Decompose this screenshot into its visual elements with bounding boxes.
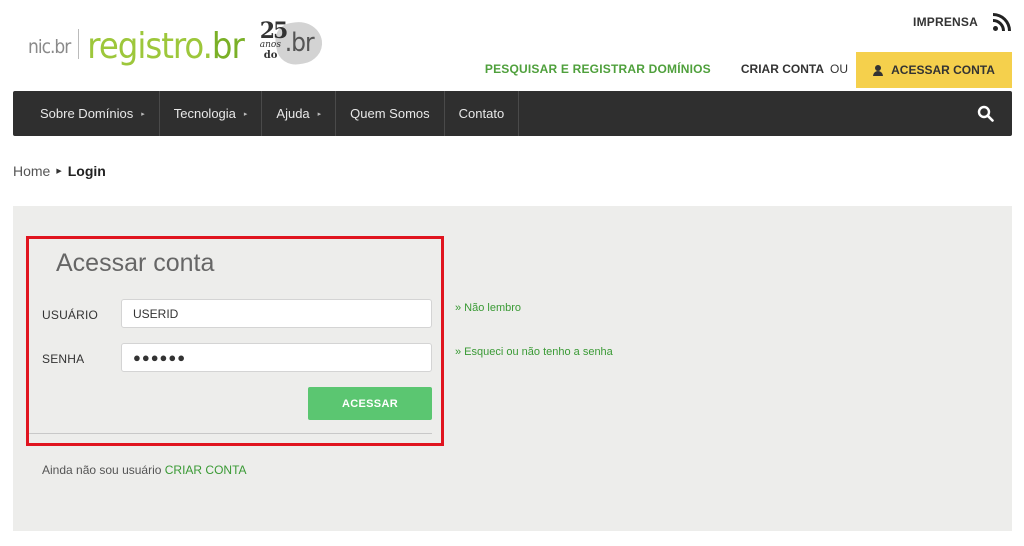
usuario-input[interactable]: USERID <box>121 299 432 328</box>
acessar-submit-button[interactable]: ACESSAR <box>308 387 432 420</box>
breadcrumb: Home ▶ Login <box>13 163 106 179</box>
nao-lembro-link[interactable]: » Não lembro <box>455 302 521 314</box>
top-actions: PESQUISAR E REGISTRAR DOMÍNIOS CRIAR CON… <box>485 52 1012 88</box>
logo-do-text: do <box>263 50 278 61</box>
25-anos-logo: 25 anos do .br <box>258 18 326 70</box>
imprensa-link[interactable]: IMPRENSA <box>913 15 978 29</box>
page-title: Acessar conta <box>56 249 215 277</box>
usuario-label: USUÁRIO <box>42 308 99 322</box>
nav-label: Contato <box>458 106 505 121</box>
main-navigation: Sobre Domínios ▸ Tecnologia ▸ Ajuda ▸ Qu… <box>13 91 1012 136</box>
nav-item-ajuda[interactable]: Ajuda ▸ <box>262 91 337 136</box>
nav-label: Sobre Domínios <box>40 106 134 121</box>
acessar-conta-label: ACESSAR CONTA <box>891 63 995 77</box>
logo-br-text: br <box>211 25 245 67</box>
nav-item-contato[interactable]: Contato <box>445 91 520 136</box>
search-icon <box>977 105 994 122</box>
caret-right-icon: ▸ <box>243 110 248 118</box>
form-divider <box>29 433 432 434</box>
logo-anos-text: anos <box>259 40 281 50</box>
breadcrumb-home[interactable]: Home <box>13 163 50 179</box>
ainda-text: Ainda não sou usuário <box>42 463 162 477</box>
esqueci-senha-link[interactable]: » Esqueci ou não tenho a senha <box>455 346 613 358</box>
pesquisar-dominios-link[interactable]: PESQUISAR E REGISTRAR DOMÍNIOS <box>485 62 711 76</box>
breadcrumb-arrow-icon: ▶ <box>56 168 62 175</box>
site-logo[interactable]: nic.br registro.br 25 anos do .br <box>28 14 326 74</box>
nav-item-tecnologia[interactable]: Tecnologia ▸ <box>160 91 263 136</box>
nav-item-quem-somos[interactable]: Quem Somos <box>336 91 445 136</box>
senha-input[interactable]: ●●●●●● <box>121 343 432 372</box>
nic-br-logo: nic.br <box>28 36 71 58</box>
nav-item-sobre-dominios[interactable]: Sobre Domínios ▸ <box>13 91 160 136</box>
caret-right-icon: ▸ <box>141 110 145 118</box>
ou-text: OU <box>830 62 848 76</box>
acessar-conta-button[interactable]: ACESSAR CONTA <box>856 52 1012 88</box>
breadcrumb-current: Login <box>67 163 106 179</box>
user-icon <box>873 64 884 76</box>
rss-icon[interactable] <box>992 12 1012 32</box>
caret-right-icon: ▸ <box>317 110 322 118</box>
logo-br-small: .br <box>284 28 315 58</box>
nav-label: Ajuda <box>276 106 310 121</box>
logo-divider <box>78 29 80 59</box>
search-button[interactable] <box>958 91 1012 136</box>
logo-registro-text: registro <box>87 25 203 67</box>
criar-conta-bottom-link[interactable]: CRIAR CONTA <box>165 463 247 477</box>
nav-label: Quem Somos <box>350 106 430 121</box>
logo-dot: . <box>202 25 213 67</box>
signup-prompt: Ainda não sou usuário CRIAR CONTA <box>42 463 247 477</box>
nav-label: Tecnologia <box>173 106 236 121</box>
criar-conta-link[interactable]: CRIAR CONTA <box>741 62 824 76</box>
senha-label: SENHA <box>42 352 85 366</box>
registro-br-logo: registro.br <box>87 25 245 67</box>
